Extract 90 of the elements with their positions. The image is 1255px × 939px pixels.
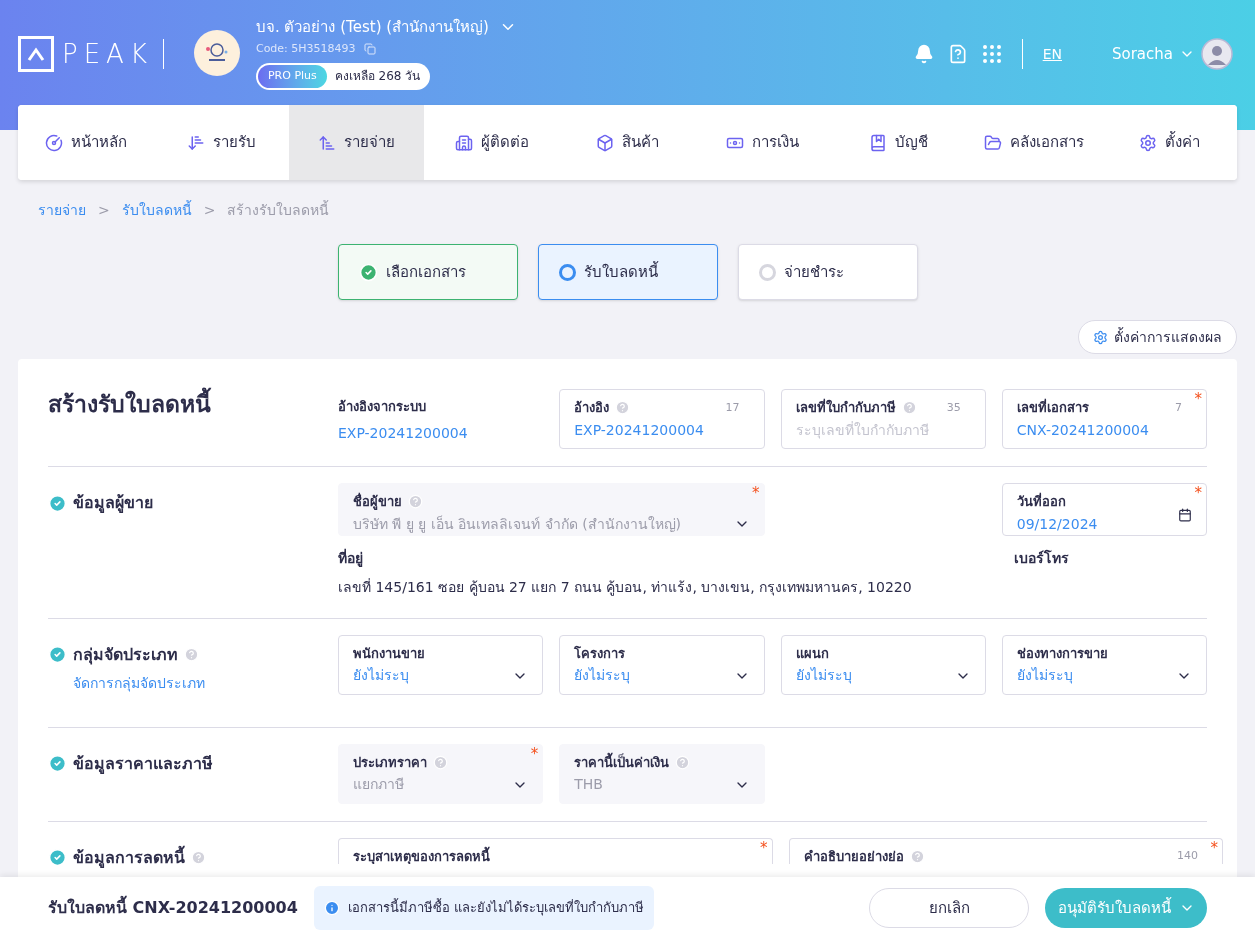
character-counter: 7 — [1175, 399, 1182, 416]
cancel-button[interactable]: ยกเลิก — [869, 888, 1029, 928]
select-field[interactable]: ช่องทางการขาย ยังไม่ระบุ — [1001, 634, 1207, 695]
field-label: คำอธิบายอย่างย่อ — [803, 847, 904, 864]
text-field[interactable]: เลขที่ใบกำกับภาษี 35 ระบุเลขที่ใบกำกับภาษี — [780, 389, 986, 449]
page-title: สร้างรับใบลดหนี้ — [48, 387, 338, 421]
nav-tab[interactable]: บัญชี — [830, 105, 967, 180]
field-label: อ้างอิง — [574, 399, 610, 417]
address-text: เลขที่ 145/161 ซอย คู้บอน 27 แยก 7 ถนน คู้บอน, ท่าแร้ง, บางเขน, กรุงเทพมหานคร, 10220 — [338, 577, 913, 598]
reference-label: อ้างอิงจากระบบ — [338, 398, 427, 416]
plan-badge: PRO Plus คงเหลือ 268 วัน — [255, 63, 431, 90]
text-field[interactable]: ระบุสาเหตุของการลดหนี้ * — [338, 837, 773, 864]
nav-tab[interactable]: คลังเอกสาร — [966, 105, 1102, 180]
field-label: แผนก — [795, 644, 829, 663]
days-remaining: คงเหลือ 268 วัน — [334, 68, 421, 86]
box-icon — [595, 133, 614, 152]
settings-icon — [1138, 133, 1157, 152]
text-field[interactable]: เลขที่เอกสาร 7 * CNX-20241200004 — [1001, 389, 1207, 449]
field-label: ช่องทางการขาย — [1016, 644, 1108, 663]
user-avatar[interactable] — [1201, 38, 1233, 70]
field-label: โครงการ — [574, 644, 626, 663]
date-field[interactable]: วันที่ออก * 09/12/2024 — [1001, 483, 1207, 536]
field-label: วันที่ออก — [1016, 492, 1066, 511]
folder-icon — [983, 133, 1002, 152]
text-field[interactable]: อ้างอิง 17 EXP-20241200004 — [559, 389, 765, 449]
character-counter: 35 — [946, 399, 961, 416]
select-field[interactable]: โครงการ ยังไม่ระบุ — [559, 634, 765, 695]
required-mark: * — [530, 746, 539, 762]
step-tab[interactable]: จ่ายชำระ — [737, 244, 918, 300]
help-icon[interactable] — [901, 400, 917, 416]
section-title: ข้อมูลผู้ขาย — [73, 492, 153, 515]
select-field[interactable]: แผนก ยังไม่ระบุ — [780, 634, 986, 695]
nav-tab[interactable]: ตั้งค่า — [1101, 105, 1237, 180]
character-counter: 17 — [725, 399, 740, 416]
logo-icon — [18, 36, 54, 72]
breadcrumb-current: สร้างรับใบลดหนี้ — [227, 199, 330, 220]
book-icon — [868, 133, 887, 152]
breadcrumb-separator: > — [98, 200, 110, 220]
nav-tab[interactable]: หน้าหลัก — [18, 105, 154, 180]
reference-value: EXP-20241200004 — [338, 423, 469, 443]
sort-up-icon — [318, 133, 337, 152]
footer-title: รับใบลดหนี้ CNX-20241200004 — [48, 896, 298, 920]
field-label: ประเภทราคา — [353, 753, 427, 772]
building-icon — [455, 133, 474, 152]
field-label: ระบุสาเหตุของการลดหนี้ — [353, 846, 490, 864]
nav-tab[interactable]: การเงิน — [695, 105, 831, 180]
help-icon[interactable] — [909, 848, 925, 864]
phone-label: เบอร์โทร — [1012, 548, 1070, 568]
field-label: ชื่อผู้ขาย — [353, 492, 402, 512]
field-label: พนักงานขาย — [353, 644, 425, 663]
company-name: บจ. ตัวอย่าง (Test) (สำนักงานใหญ่) — [255, 17, 489, 38]
nav-tab[interactable]: ผู้ติดต่อ — [424, 105, 560, 180]
gauge-icon — [44, 133, 63, 152]
required-mark: * — [1194, 392, 1202, 407]
help-icon[interactable] — [615, 400, 631, 416]
notice-text: เอกสารนี้มีภาษีซื้อ และยังไม่ได้ระบุเลขที่ใบกำกับภาษี — [347, 898, 644, 918]
notification-bell-icon[interactable] — [913, 44, 934, 64]
sort-down-icon — [186, 133, 205, 152]
breadcrumb-separator: > — [203, 200, 216, 220]
settings-icon — [1093, 329, 1108, 345]
nav-tab[interactable]: รายจ่าย — [288, 105, 425, 180]
company-code: Code: 5H3518493 — [255, 40, 356, 57]
text-field[interactable]: คำอธิบายอย่างย่อ 140 * — [788, 837, 1223, 864]
copy-icon[interactable] — [363, 42, 376, 55]
required-mark: * — [752, 486, 760, 501]
section-title: ข้อมูลการลดหนี้ — [73, 845, 185, 870]
logo-text: PEAK — [62, 41, 153, 67]
field-label: เลขที่เอกสาร — [1016, 398, 1089, 417]
step-tab[interactable]: เลือกเอกสาร — [337, 244, 518, 300]
text-input[interactable]: ระบุเลขที่ใบกำกับภาษี — [795, 419, 971, 441]
nav-tab[interactable]: สินค้า — [559, 105, 696, 180]
section-title: กลุ่มจัดประเภท — [73, 643, 178, 667]
section-title: ข้อมูลราคาและภาษี — [73, 752, 213, 776]
info-icon — [323, 900, 340, 916]
field-label: เลขที่ใบกำกับภาษี — [795, 398, 896, 417]
company-logo — [193, 30, 240, 76]
field-label: ราคานี้เป็นค่าเงิน — [574, 752, 670, 772]
help-icon[interactable] — [184, 647, 199, 662]
required-mark: * — [1210, 840, 1218, 856]
manage-link[interactable]: จัดการกลุ่มจัดประเภท — [73, 672, 338, 694]
calendar-icon[interactable] — [1178, 508, 1192, 522]
help-icon[interactable] — [191, 850, 206, 865]
required-mark: * — [760, 840, 768, 856]
character-counter: 140 — [1177, 848, 1198, 864]
address-label: ที่อยู่ — [338, 547, 364, 569]
required-mark: * — [1194, 486, 1202, 501]
step-tab[interactable]: รับใบลดหนี้ — [537, 244, 718, 300]
select-field[interactable]: พนักงานขาย ยังไม่ระบุ — [338, 634, 544, 695]
display-settings-button[interactable]: ตั้งค่าการแสดงผล — [1078, 320, 1237, 354]
nav-tab[interactable]: รายรับ — [153, 105, 289, 180]
